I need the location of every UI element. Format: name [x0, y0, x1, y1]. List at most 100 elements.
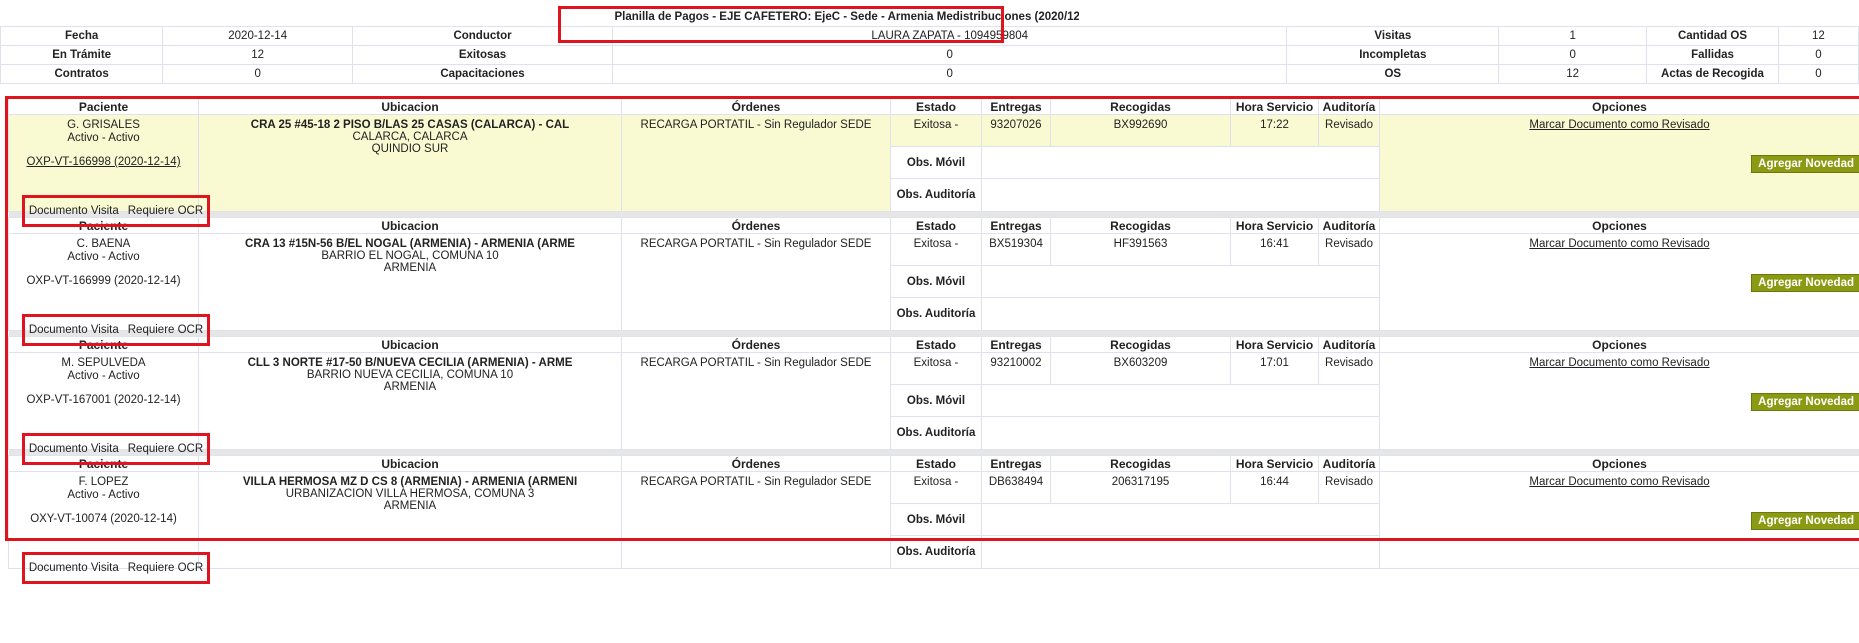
column-header-auditoria: Auditoría: [1318, 217, 1380, 234]
patient-cell: C. BAENA Activo - Activo OXP-VT-166999 (20…: [8, 233, 210, 346]
obs-auditoria-label: Obs. Auditoría: [890, 416, 982, 450]
document-actions: Documento Visita Requiere OCR: [22, 433, 210, 465]
obs-movil-field[interactable]: [981, 384, 1380, 417]
pickups-cell: 206317195: [1050, 471, 1231, 504]
orders-cell: RECARGA PORTATIL - Sin Regulador SEDE: [621, 233, 891, 331]
requiere-ocr-link[interactable]: Requiere OCR: [128, 205, 203, 217]
patient-status: Activo - Activo: [67, 132, 140, 144]
value-cantidad-os: 12: [1777, 26, 1859, 46]
label-actas-recogida: Actas de Recogida: [1646, 64, 1779, 84]
value-os: 12: [1498, 64, 1648, 84]
status-cell: Exitosa -: [890, 233, 982, 266]
records-table: Paciente Ubicacion Órdenes Estado Entregas Re…: [8, 98, 1859, 584]
value-visitas: 1: [1498, 26, 1648, 46]
location-cell: CRA 25 #45-18 2 PISO B/LAS 25 CASAS (CAL…: [198, 114, 622, 212]
order-id[interactable]: OXP-VT-166998 (2020-12-14): [9, 156, 198, 169]
column-header-entregas: Entregas: [981, 336, 1051, 353]
patient-cell: M. SEPULVEDA Activo - Activo OXP-VT-167001…: [8, 352, 210, 465]
mark-reviewed-link[interactable]: Marcar Documento como Revisado: [1529, 238, 1709, 250]
column-header-hora-servicio: Hora Servicio: [1230, 455, 1319, 472]
service-time-cell: 17:01: [1230, 352, 1319, 385]
documento-visita-link[interactable]: Documento Visita: [29, 562, 119, 574]
address: CLL 3 NORTE #17-50 B/NUEVA CECILIA (ARME…: [247, 357, 573, 369]
summary-row-3: Contratos 0 Capacitaciones 0 OS 12 Actas…: [0, 64, 1859, 84]
summary-table: Planilla de Pagos - EJE CAFETERO: EjeC -…: [0, 8, 1859, 84]
column-header-opciones: Opciones: [1379, 455, 1859, 472]
order-id: OXP-VT-166999 (2020-12-14): [26, 275, 181, 287]
document-actions: Documento Visita Requiere OCR: [22, 195, 210, 227]
record-row: C. BAENA Activo - Activo OXP-VT-166999 (20…: [8, 233, 1859, 346]
label-exitosas: Exitosas: [352, 45, 613, 65]
document-actions: Documento Visita Requiere OCR: [22, 314, 210, 346]
deliveries-cell: 93207026: [981, 114, 1051, 147]
documento-visita-link[interactable]: Documento Visita: [29, 324, 119, 336]
label-incompletas: Incompletas: [1286, 45, 1500, 65]
orders-cell: RECARGA PORTATIL - Sin Regulador SEDE: [621, 471, 891, 569]
obs-auditoria-field[interactable]: [981, 416, 1380, 450]
obs-movil-label: Obs. Móvil: [890, 384, 982, 417]
column-header-row: Paciente Ubicacion Órdenes Estado Entregas Re…: [8, 217, 1859, 234]
column-header-ordenes: Órdenes: [621, 336, 891, 353]
column-header-recogidas: Recogidas: [1050, 336, 1231, 353]
column-header-hora-servicio: Hora Servicio: [1230, 217, 1319, 234]
add-novelty-button[interactable]: Agregar Novedad: [1751, 274, 1859, 292]
column-header-auditoria: Auditoría: [1318, 98, 1380, 115]
column-header-auditoria: Auditoría: [1318, 336, 1380, 353]
column-header-ordenes: Órdenes: [621, 455, 891, 472]
mark-reviewed-link[interactable]: Marcar Documento como Revisado: [1529, 357, 1709, 369]
patient-cell: F. LOPEZ Activo - Activo OXY-VT-10074 (202…: [8, 471, 210, 584]
location-cell: CLL 3 NORTE #17-50 B/NUEVA CECILIA (ARME…: [198, 352, 622, 450]
patient-name: G. GRISALES: [67, 119, 140, 131]
patient-name: M. SEPULVEDA: [61, 357, 146, 369]
add-novelty-button[interactable]: Agregar Novedad: [1751, 512, 1859, 530]
label-os: OS: [1286, 64, 1500, 84]
requiere-ocr-link[interactable]: Requiere OCR: [128, 324, 203, 336]
location-cell: VILLA HERMOSA MZ D CS 8 (ARMENIA) - ARME…: [198, 471, 622, 569]
value-exitosas: 0: [611, 45, 1288, 65]
obs-movil-label: Obs. Móvil: [890, 265, 982, 298]
column-header-auditoria: Auditoría: [1318, 455, 1380, 472]
record-row: M. SEPULVEDA Activo - Activo OXP-VT-167001…: [8, 352, 1859, 465]
label-fecha: Fecha: [0, 26, 164, 46]
mark-reviewed-link[interactable]: Marcar Documento como Revisado: [1529, 476, 1709, 488]
requiere-ocr-link[interactable]: Requiere OCR: [128, 443, 203, 455]
column-header-recogidas: Recogidas: [1050, 455, 1231, 472]
obs-movil-field[interactable]: [981, 503, 1380, 536]
label-contratos: Contratos: [0, 64, 164, 84]
orders-cell: RECARGA PORTATIL - Sin Regulador SEDE: [621, 352, 891, 450]
record-row: F. LOPEZ Activo - Activo OXY-VT-10074 (202…: [8, 471, 1859, 584]
order-id: OXY-VT-10074 (2020-12-14): [30, 513, 177, 525]
options-cell: Marcar Documento como Revisado Agregar No…: [1379, 114, 1859, 212]
column-header-row: Paciente Ubicacion Órdenes Estado Entregas Re…: [8, 336, 1859, 353]
obs-auditoria-label: Obs. Auditoría: [890, 297, 982, 331]
obs-auditoria-field[interactable]: [981, 535, 1380, 569]
obs-movil-field[interactable]: [981, 265, 1380, 298]
value-conductor: LAURA ZAPATA - 1094959804: [611, 26, 1288, 46]
patient-status: Activo - Activo: [67, 489, 140, 501]
value-en-tramite: 12: [162, 45, 354, 65]
obs-auditoria-field[interactable]: [981, 178, 1380, 212]
obs-auditoria-field[interactable]: [981, 297, 1380, 331]
pickups-cell: BX603209: [1050, 352, 1231, 385]
page-title: Planilla de Pagos - EJE CAFETERO: EjeC -…: [614, 11, 1079, 23]
documento-visita-link[interactable]: Documento Visita: [29, 443, 119, 455]
column-header-opciones: Opciones: [1379, 98, 1859, 115]
value-fallidas: 0: [1777, 45, 1859, 65]
column-header-opciones: Opciones: [1379, 217, 1859, 234]
column-header-hora-servicio: Hora Servicio: [1230, 98, 1319, 115]
add-novelty-button[interactable]: Agregar Novedad: [1751, 393, 1859, 411]
obs-movil-field[interactable]: [981, 146, 1380, 179]
label-fallidas: Fallidas: [1646, 45, 1779, 65]
add-novelty-button[interactable]: Agregar Novedad: [1751, 155, 1859, 173]
record-row: G. GRISALES Activo - Activo OXP-VT-166998 …: [8, 114, 1859, 227]
value-incompletas: 0: [1498, 45, 1648, 65]
column-header-hora-servicio: Hora Servicio: [1230, 336, 1319, 353]
requiere-ocr-link[interactable]: Requiere OCR: [128, 562, 203, 574]
patient-name: C. BAENA: [76, 238, 131, 250]
summary-row-2: En Trámite 12 Exitosas 0 Incompletas 0 F…: [0, 45, 1859, 65]
documento-visita-link[interactable]: Documento Visita: [29, 205, 119, 217]
mark-reviewed-link[interactable]: Marcar Documento como Revisado: [1529, 119, 1709, 131]
patient-name: F. LOPEZ: [78, 476, 129, 488]
label-visitas: Visitas: [1286, 26, 1500, 46]
column-header-ubicacion: Ubicacion: [198, 455, 622, 472]
